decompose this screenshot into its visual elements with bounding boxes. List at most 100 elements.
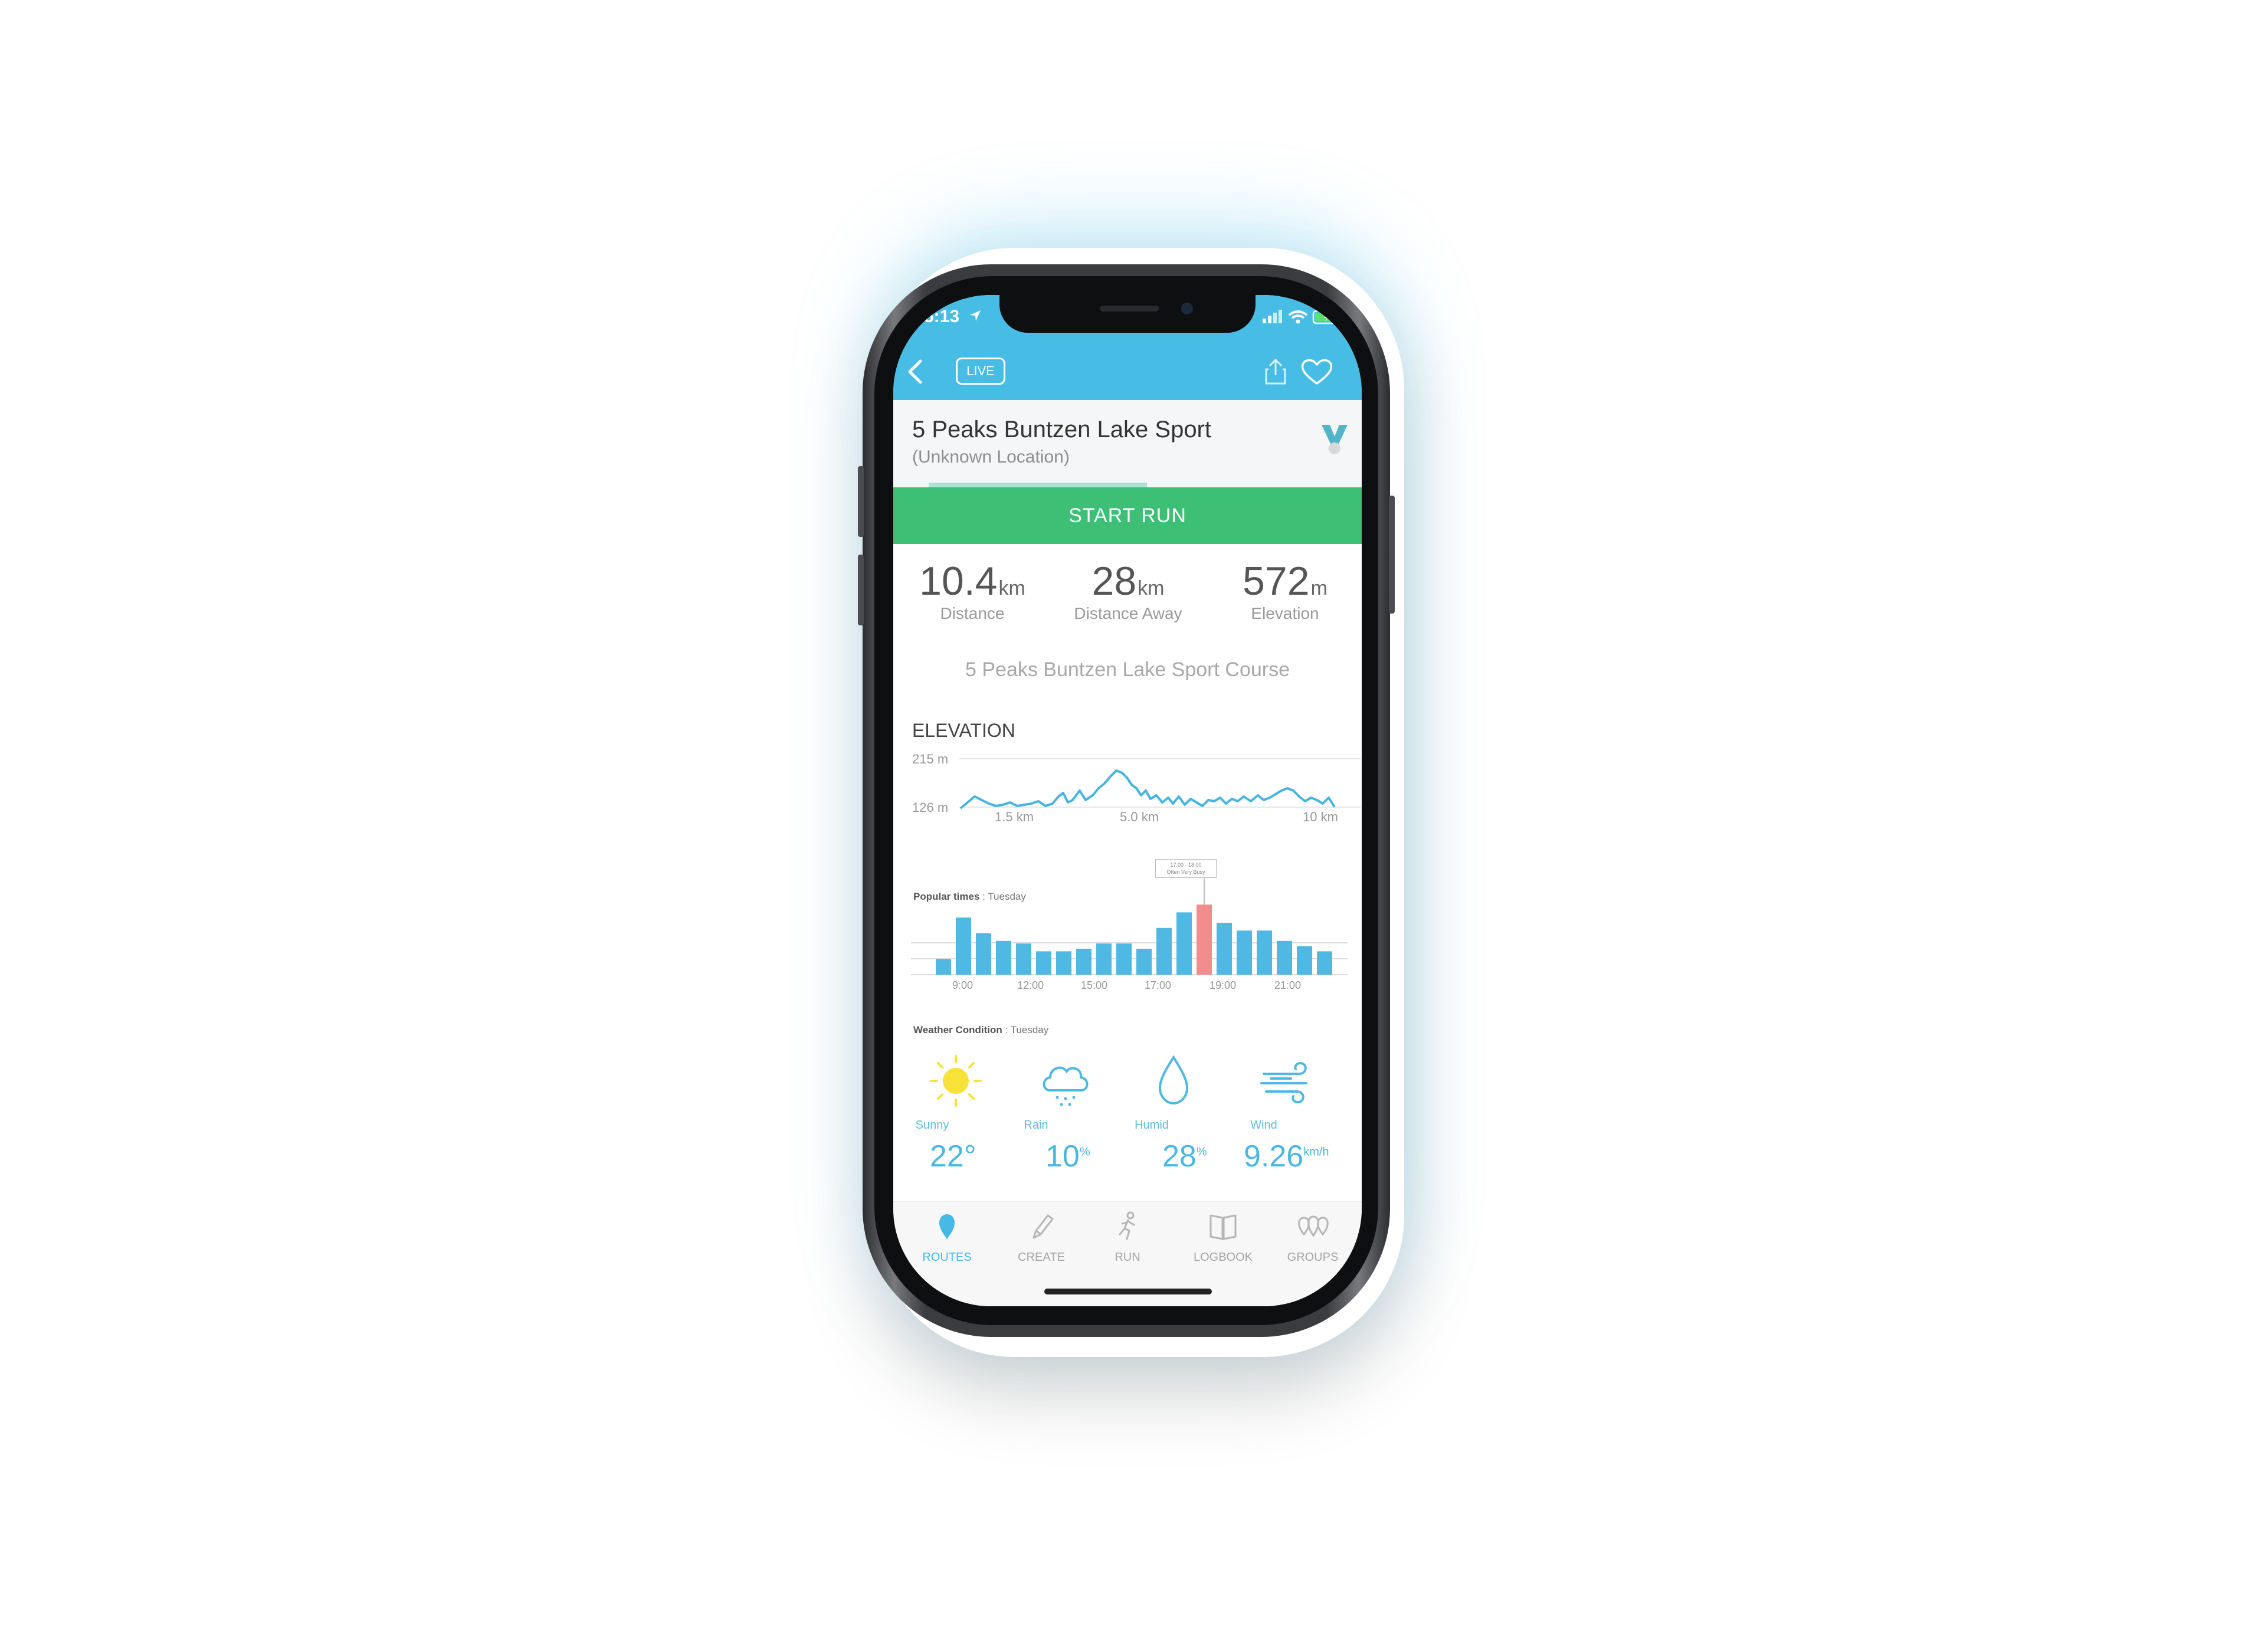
popular-times-bar[interactable]	[936, 959, 951, 975]
stat-unit: km	[1138, 577, 1165, 599]
medal-badge-icon	[1322, 425, 1348, 454]
tab-run[interactable]: RUN	[1089, 1251, 1166, 1264]
elevation-chart	[959, 758, 1361, 809]
popular-times-bar[interactable]	[1317, 951, 1332, 975]
map-pin-icon[interactable]	[909, 1208, 985, 1244]
notch	[999, 295, 1256, 333]
elevation-x-label: 5.0 km	[1120, 809, 1159, 824]
groups-icon[interactable]	[1274, 1208, 1351, 1244]
elevation-x-label: 1.5 km	[995, 809, 1034, 824]
tab-groups[interactable]: GROUPS	[1274, 1251, 1351, 1264]
runner-icon[interactable]	[1089, 1208, 1166, 1244]
weather-value-text: 9.26	[1244, 1139, 1304, 1174]
weather-value-text: 10	[1045, 1139, 1080, 1174]
stat-unit: m	[1310, 577, 1328, 599]
weather-title: Weather Condition : Tuesday	[913, 1024, 1048, 1036]
volume-down-button	[858, 555, 864, 625]
route-title: 5 Peaks Buntzen Lake Sport	[912, 417, 1211, 442]
popular-times-bar[interactable]	[1096, 943, 1112, 975]
popular-times-bar[interactable]	[1277, 940, 1292, 975]
popular-times-bar[interactable]	[1217, 923, 1232, 975]
stat-unit: km	[998, 577, 1025, 599]
battery-icon	[1312, 310, 1343, 324]
tab-create[interactable]: CREATE	[1003, 1251, 1080, 1264]
elevation-y-min: 126 m	[912, 800, 949, 815]
stat-label: Elevation	[1251, 604, 1319, 622]
rain-cloud-icon	[1043, 1066, 1089, 1106]
status-time: 5:13	[924, 307, 960, 326]
chevron-left-icon	[908, 359, 922, 384]
popular-times-bar[interactable]	[1116, 943, 1132, 975]
back-button[interactable]	[900, 358, 929, 386]
popular-times-bar[interactable]	[1056, 951, 1071, 975]
stat-value: 572	[1243, 559, 1310, 604]
sun-icon	[930, 1055, 982, 1107]
weather-label-wind: Wind	[1250, 1119, 1277, 1132]
popular-times-bar[interactable]	[996, 940, 1011, 975]
stat-value: 28	[1092, 559, 1137, 604]
wind-icon	[1260, 1061, 1307, 1104]
tab-routes[interactable]: ROUTES	[909, 1251, 985, 1264]
route-location: (Unknown Location)	[912, 447, 1070, 467]
status-icons	[1263, 310, 1343, 324]
start-run-button[interactable]: START RUN	[893, 487, 1362, 544]
popular-times-tick: 17:00	[1145, 979, 1172, 991]
weather-heading: Weather Condition	[913, 1024, 1002, 1035]
popular-times-tick: 15:00	[1081, 979, 1108, 991]
speaker	[1100, 306, 1159, 312]
stat-elevation: 572m Elevation	[1214, 558, 1356, 623]
wifi-icon	[1288, 310, 1308, 324]
popular-times-bar[interactable]	[1237, 930, 1252, 975]
location-arrow-icon	[970, 310, 981, 321]
weather-value-rain: 10%	[1045, 1139, 1090, 1174]
popular-times-bar[interactable]	[1036, 951, 1051, 975]
popular-times-bar[interactable]	[1016, 943, 1031, 975]
stat-value: 10.4	[919, 559, 998, 604]
stat-distance: 10.4km Distance	[902, 558, 1043, 623]
humidity-drop-icon	[1158, 1055, 1189, 1105]
popular-times-bar[interactable]	[1257, 930, 1272, 975]
weather-value-text: 28	[1162, 1139, 1197, 1174]
elevation-title: ELEVATION	[912, 720, 1015, 741]
weather-value-text: 22°	[930, 1139, 976, 1174]
popular-times-bar[interactable]	[976, 933, 991, 975]
popular-times-tick: 21:00	[1274, 979, 1302, 991]
stat-distance-away: 28km Distance Away	[1057, 558, 1199, 623]
popular-times-tick: 12:00	[1017, 979, 1044, 991]
volume-up-button	[858, 466, 864, 537]
elevation-y-max: 215 m	[912, 752, 949, 766]
live-badge[interactable]: LIVE	[956, 358, 1005, 385]
popular-times-bar[interactable]	[1136, 949, 1152, 975]
popular-times-bar[interactable]	[1176, 912, 1192, 975]
elevation-x-label: 10 km	[1303, 809, 1338, 824]
weather-value-wind: 9.26km/h	[1244, 1139, 1329, 1174]
weather-value-sunny: 22°	[930, 1139, 976, 1174]
stat-label: Distance	[940, 604, 1005, 622]
phone-screen: 5:13 LIVE 5 Peaks Buntzen Lake Sport (Un…	[893, 295, 1362, 1306]
popular-times-bar[interactable]	[1076, 949, 1092, 975]
book-icon[interactable]	[1185, 1208, 1261, 1244]
power-button	[1389, 496, 1395, 614]
elevation-line	[959, 769, 1336, 809]
course-name: 5 Peaks Buntzen Lake Sport Course	[965, 658, 1290, 681]
popular-times-bar[interactable]	[1156, 927, 1172, 975]
popular-times-tick: 9:00	[952, 979, 974, 991]
weather-unit: %	[1079, 1145, 1090, 1159]
stat-label: Distance Away	[1074, 604, 1182, 622]
pencil-icon[interactable]	[1003, 1208, 1080, 1244]
weather-label-sunny: Sunny	[915, 1119, 949, 1132]
signal-icon	[1263, 310, 1282, 323]
tab-logbook[interactable]: LOGBOOK	[1185, 1251, 1261, 1264]
home-indicator[interactable]	[1044, 1289, 1212, 1294]
share-icon[interactable]	[1263, 358, 1289, 386]
popular-times-bar-highlight[interactable]	[1197, 904, 1212, 975]
route-title-panel	[893, 400, 1362, 487]
map-strip	[929, 483, 1147, 487]
heart-icon[interactable]	[1300, 358, 1333, 386]
weather-separator: :	[1002, 1024, 1011, 1035]
popular-times-bar[interactable]	[1297, 946, 1312, 975]
popular-times-tick: 19:00	[1210, 979, 1237, 991]
popular-times-bar[interactable]	[956, 917, 971, 975]
weather-label-humid: Humid	[1135, 1119, 1169, 1132]
weather-unit: %	[1196, 1145, 1207, 1159]
